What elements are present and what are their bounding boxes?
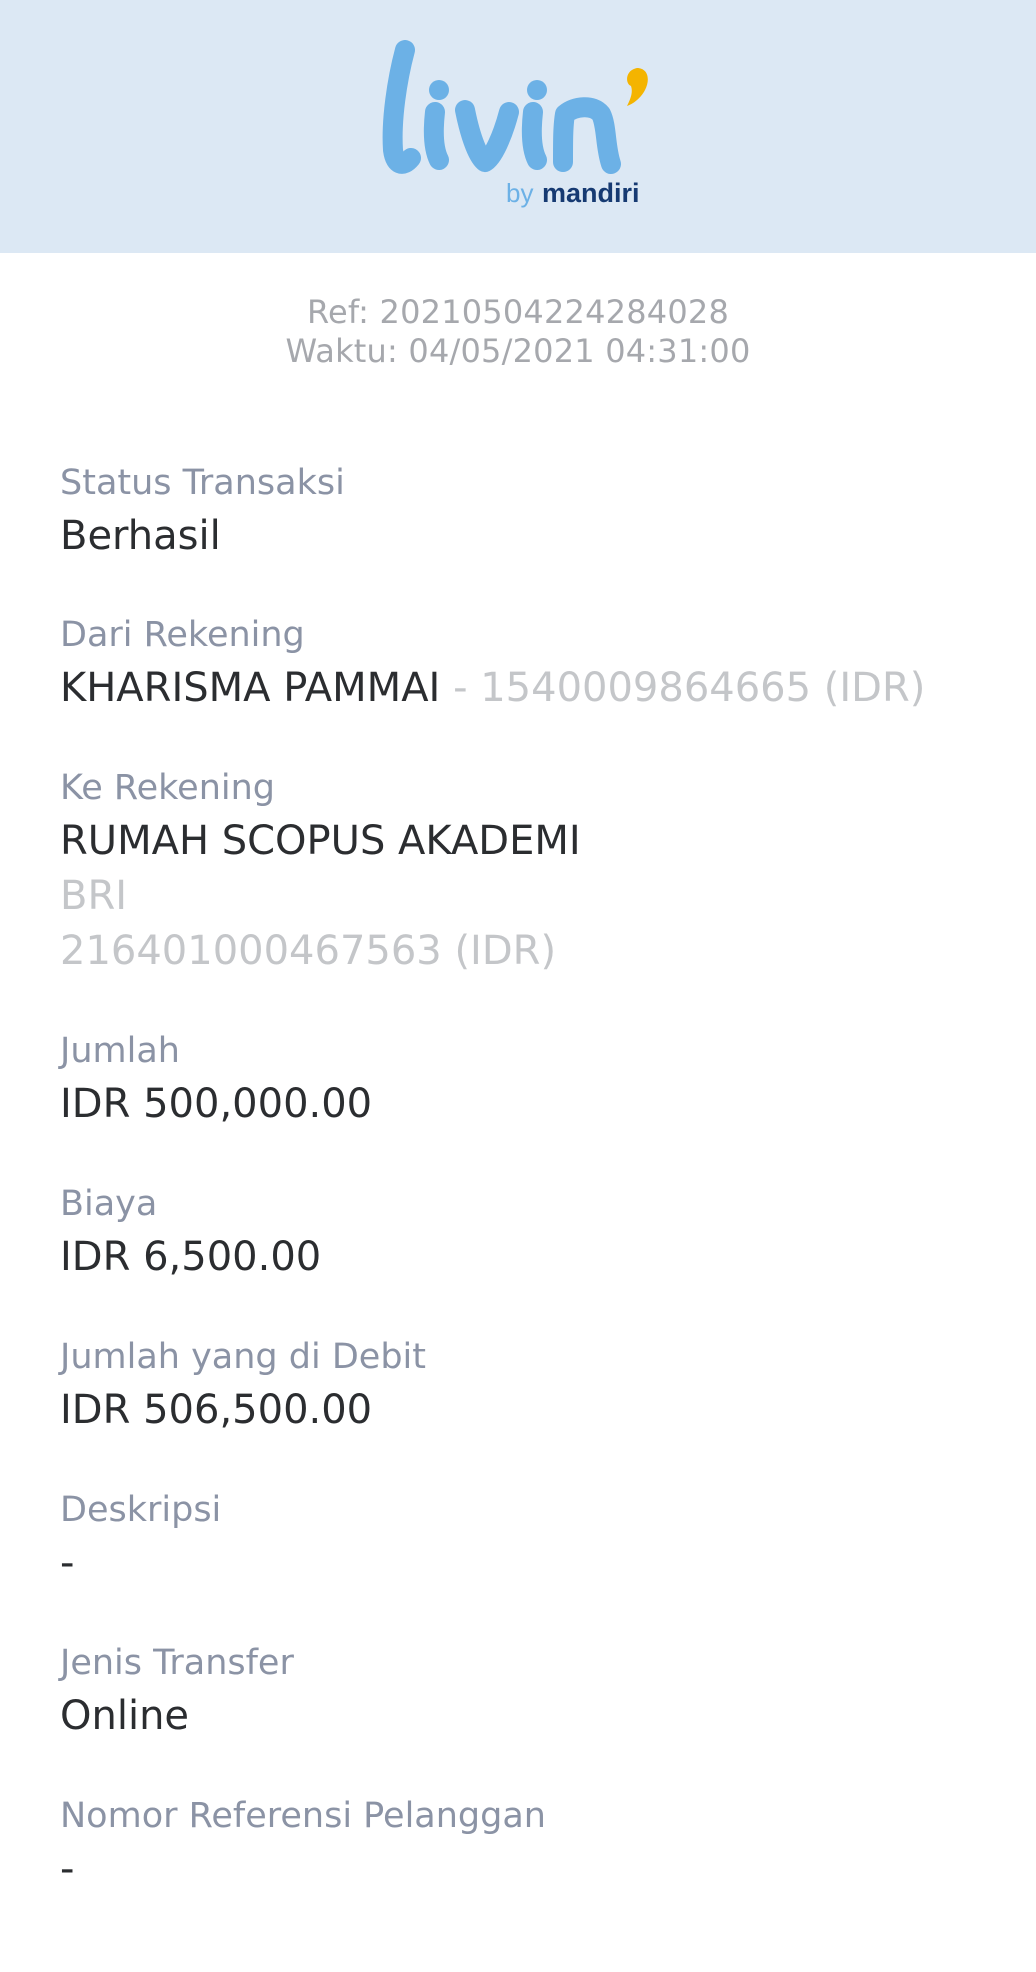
from-account-value: KHARISMA PAMMAI - 1540009864665 (IDR) (60, 660, 1000, 716)
description-field: Deskripsi - (60, 1485, 1000, 1591)
amount-field: Jumlah IDR 500,000.00 (60, 1026, 1000, 1132)
debited-field: Jumlah yang di Debit IDR 506,500.00 (60, 1332, 1000, 1438)
customer-reference-value: - (60, 1846, 75, 1892)
by-text: by (506, 178, 533, 208)
to-account-bank: BRI (60, 873, 128, 919)
amount-value: IDR 500,000.00 (60, 1081, 373, 1127)
mandiri-text: mandiri (542, 178, 640, 208)
fee-label: Biaya (60, 1184, 158, 1224)
from-account-name: KHARISMA PAMMAI (60, 665, 441, 711)
debited-value: IDR 506,500.00 (60, 1387, 373, 1433)
to-account-field: Ke Rekening RUMAH SCOPUS AKADEMI BRI 216… (60, 763, 1000, 979)
description-label: Deskripsi (60, 1490, 222, 1530)
livin-by-mandiri-logo: by mandiri (375, 40, 660, 215)
to-account-number: 216401000467563 (IDR) (60, 928, 557, 974)
transfer-type-field: Jenis Transfer Online (60, 1638, 1000, 1744)
transfer-type-label: Jenis Transfer (60, 1643, 294, 1683)
to-account-name: RUMAH SCOPUS AKADEMI (60, 818, 581, 864)
customer-reference-label: Nomor Referensi Pelanggan (60, 1796, 546, 1836)
description-value: - (60, 1540, 75, 1586)
fee-value: IDR 6,500.00 (60, 1234, 322, 1280)
amount-label: Jumlah (60, 1031, 180, 1071)
status-label: Status Transaksi (60, 463, 345, 503)
reference-number: Ref: 20210504224284028 (306, 293, 730, 331)
from-account-field: Dari Rekening KHARISMA PAMMAI - 15400098… (60, 610, 1000, 716)
status-field: Status Transaksi Berhasil (60, 458, 1000, 564)
to-account-label: Ke Rekening (60, 768, 276, 808)
transaction-time: Waktu: 04/05/2021 04:31:00 (285, 332, 751, 370)
from-account-number: - 1540009864665 (IDR) (440, 665, 926, 711)
from-account-label: Dari Rekening (60, 615, 305, 655)
customer-reference-field: Nomor Referensi Pelanggan - (60, 1791, 1000, 1897)
fee-field: Biaya IDR 6,500.00 (60, 1179, 1000, 1285)
debited-label: Jumlah yang di Debit (60, 1337, 426, 1377)
livin-logo-graphic: by mandiri (382, 40, 648, 208)
transaction-meta: Ref: 20210504224284028 Waktu: 04/05/2021… (0, 293, 1036, 371)
transfer-type-value: Online (60, 1693, 190, 1739)
status-value: Berhasil (60, 513, 221, 559)
brand-header: by mandiri (0, 0, 1036, 253)
